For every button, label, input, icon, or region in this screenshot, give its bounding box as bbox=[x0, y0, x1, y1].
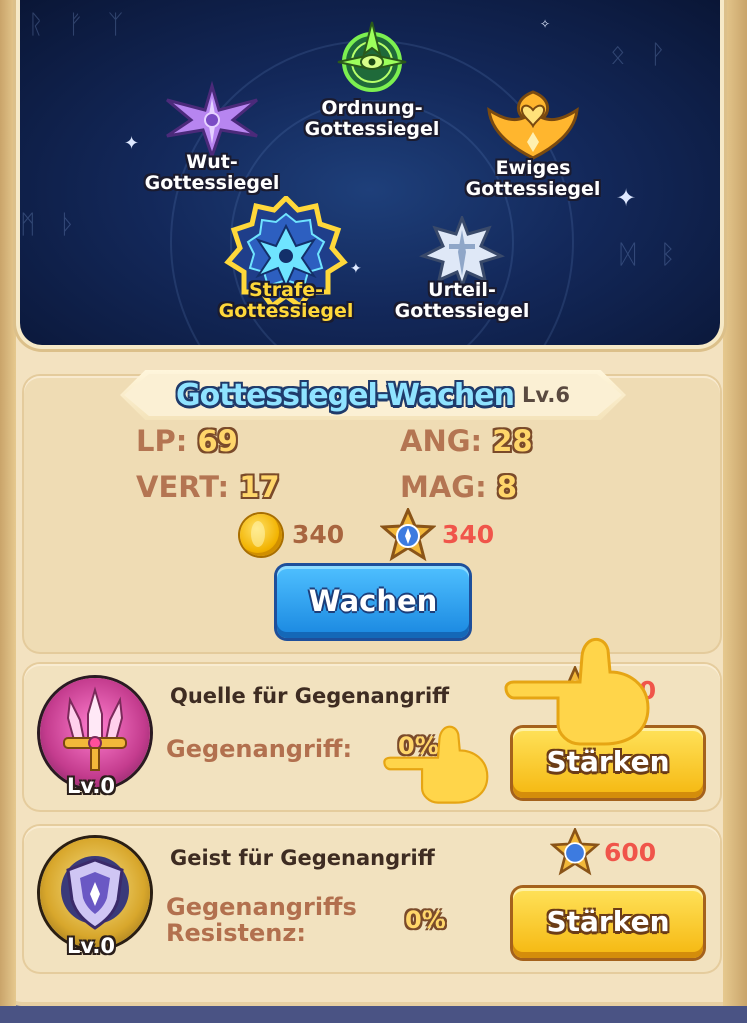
awaken-level: Lv.6 bbox=[521, 383, 570, 407]
seal-judgment[interactable]: Urteil- Gottessiegel bbox=[382, 216, 542, 322]
rune-decoration: ᛟ ᚹ bbox=[610, 40, 674, 70]
seal-wrath-label: Wut- Gottessiegel bbox=[144, 151, 280, 194]
seal-punishment[interactable]: Strafe- Gottessiegel bbox=[206, 196, 366, 322]
eternal-seal-icon bbox=[487, 90, 579, 160]
twinkle-star-icon: ✦ bbox=[616, 184, 637, 212]
pointing-hand-icon bbox=[383, 725, 489, 804]
counter-spirit-cost: 600 bbox=[604, 838, 657, 867]
title-banner: Gottessiegel-Wachen Lv.6 bbox=[124, 374, 622, 416]
seal-wrath[interactable]: Wut- Gottessiegel bbox=[132, 80, 292, 194]
seal-punishment-label: Strafe- Gottessiegel bbox=[218, 279, 354, 322]
wrath-seal-icon bbox=[166, 80, 258, 160]
gold-coin-icon bbox=[240, 514, 282, 556]
counter-spirit-emblem bbox=[40, 838, 150, 948]
seal-judgment-label: Urteil- Gottessiegel bbox=[394, 279, 530, 322]
stat-ang: ANG: 28 bbox=[400, 424, 533, 458]
awaken-button[interactable]: Wachen bbox=[277, 566, 469, 638]
stat-lp: LP: 69 bbox=[136, 424, 238, 458]
stat-ang-label: ANG: bbox=[400, 424, 483, 458]
seal-order[interactable]: Ordnung- Gottessiegel bbox=[292, 18, 452, 140]
counter-spirit-stat-label: Gegenangriffs Resistenz: bbox=[166, 893, 357, 947]
seal-eternal[interactable]: Ewiges Gottessiegel bbox=[448, 88, 618, 200]
twinkle-star-icon: ✧ bbox=[540, 17, 551, 31]
stat-lp-label: LP: bbox=[136, 424, 188, 458]
counter-source-emblem bbox=[40, 678, 150, 788]
shield-icon bbox=[61, 856, 129, 930]
pointing-hand-icon bbox=[504, 638, 650, 746]
stat-ang-value: 28 bbox=[492, 424, 533, 458]
star-seal-token-icon bbox=[380, 508, 436, 562]
rune-decoration: ᛗ ᚦ bbox=[20, 210, 84, 240]
counter-source-stat-label: Gegenangriff: bbox=[166, 735, 353, 763]
seal-order-label: Ordnung- Gottessiegel bbox=[304, 97, 440, 140]
seal-constellation-panel: ᚱ ᚠ ᛉ ᛗ ᚦ ᛟ ᚹ ᛞ ᛒ ✦ ✦ ✦ ✧ Ordnung- Gottes… bbox=[20, 0, 720, 345]
stat-vert-label: VERT: bbox=[136, 470, 230, 504]
trident-icon bbox=[63, 686, 127, 771]
rune-decoration: ᛞ ᛒ bbox=[620, 240, 684, 270]
window-edge-left bbox=[0, 0, 16, 1006]
awaken-title: Gottessiegel-Wachen bbox=[176, 377, 515, 413]
star-cost: 340 bbox=[442, 520, 495, 549]
judgment-seal-icon bbox=[419, 216, 505, 288]
rune-decoration: ᚱ ᚠ ᛉ bbox=[28, 10, 132, 40]
window-edge-right bbox=[723, 0, 747, 1006]
star-seal-token-icon bbox=[550, 828, 600, 876]
stat-mag-label: MAG: bbox=[400, 470, 487, 504]
stat-vert: VERT: 17 bbox=[136, 470, 280, 504]
stat-mag: MAG: 8 bbox=[400, 470, 517, 504]
strengthen-button-counter-spirit[interactable]: Stärken bbox=[513, 888, 703, 958]
counter-spirit-level: Lv.0 bbox=[67, 934, 115, 958]
gold-cost: 340 bbox=[292, 520, 345, 549]
stat-vert-value: 17 bbox=[239, 470, 280, 504]
stat-lp-value: 69 bbox=[197, 424, 238, 458]
counter-spirit-name: Geist für Gegenangriff bbox=[170, 846, 435, 870]
seal-eternal-label: Ewiges Gottessiegel bbox=[465, 157, 601, 200]
counter-spirit-stat-value: 0% bbox=[405, 906, 446, 934]
counter-source-level: Lv.0 bbox=[67, 774, 115, 798]
counter-source-name: Quelle für Gegenangriff bbox=[170, 684, 450, 708]
stat-mag-value: 8 bbox=[496, 470, 517, 504]
order-seal-icon bbox=[337, 21, 407, 92]
